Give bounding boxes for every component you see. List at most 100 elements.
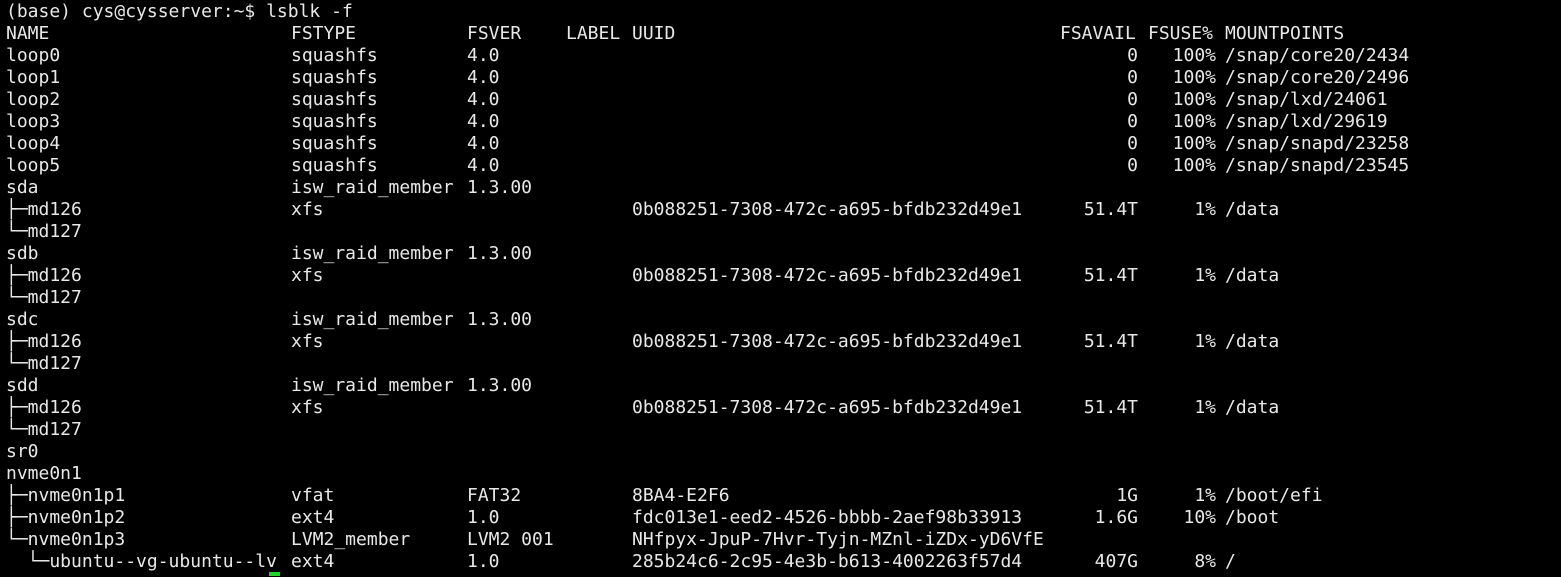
row-uuid: 0b088251-7308-472c-a695-bfdb232d49e1 (632, 397, 1023, 418)
row-mount: / (1225, 551, 1236, 572)
row-fstype: isw_raid_member (291, 309, 454, 330)
row-fsuse: 100% (1172, 89, 1216, 110)
table-row: sdd isw_raid_member 1.3.00 (0, 375, 1561, 397)
row-name: sdc (6, 309, 39, 330)
table-row: loop4 squashfs 4.0 0 100% /snap/snapd/23258 (0, 133, 1561, 155)
row-name: nvme0n1 (6, 463, 82, 484)
row-fstype: squashfs (291, 133, 378, 154)
row-fstype: isw_raid_member (291, 375, 454, 396)
table-row: sdb isw_raid_member 1.3.00 (0, 243, 1561, 265)
row-fsavail: 0 (1127, 89, 1138, 110)
row-fsavail: 51.4T (1083, 199, 1138, 220)
table-row: nvme0n1 (0, 463, 1561, 485)
terminal-window[interactable]: (base) cys@cysserver:~$ lsblk -f NAME FS… (0, 0, 1561, 577)
row-fsuse: 100% (1172, 155, 1216, 176)
row-fsavail: 51.4T (1083, 397, 1138, 418)
row-fstype: vfat (291, 485, 335, 506)
row-fsavail: 0 (1127, 155, 1138, 176)
table-row: sr0 (0, 441, 1561, 463)
command-prompt: (base) cys@cysserver:~$ lsblk -f (6, 1, 353, 22)
row-fsavail: 0 (1127, 133, 1138, 154)
row-fsavail: 0 (1127, 111, 1138, 132)
row-fsuse: 1% (1194, 397, 1216, 418)
row-name: sda (6, 177, 39, 198)
table-row: loop2 squashfs 4.0 0 100% /snap/lxd/24061 (0, 89, 1561, 111)
header-label: LABEL (566, 23, 621, 44)
row-fsver: 1.3.00 (467, 243, 533, 264)
row-fstype: xfs (291, 265, 324, 286)
row-name: └─nvme0n1p3 (6, 529, 126, 550)
row-mount: /snap/snapd/23545 (1225, 155, 1410, 176)
row-mount: /snap/core20/2496 (1225, 67, 1410, 88)
table-row: └─ubuntu--vg-ubuntu--lv ext4 1.0 285b24c6-2… (0, 551, 1561, 573)
row-name: ├─md126 (6, 397, 82, 418)
row-fsuse: 1% (1194, 265, 1216, 286)
row-name: └─md127 (6, 419, 82, 440)
row-name: loop1 (6, 67, 61, 88)
table-row: └─md127 (0, 221, 1561, 243)
row-fsuse: 1% (1194, 485, 1216, 506)
row-name: └─ubuntu--vg-ubuntu--lv (6, 551, 277, 572)
row-fsavail: 1G (1116, 485, 1138, 506)
row-mount: /snap/snapd/23258 (1225, 133, 1410, 154)
row-fstype: squashfs (291, 67, 378, 88)
row-name: └─md127 (6, 353, 82, 374)
row-fsver: 1.0 (467, 551, 500, 572)
row-uuid: fdc013e1-eed2-4526-bbbb-2aef98b33913 (632, 507, 1023, 528)
table-row: loop3 squashfs 4.0 0 100% /snap/lxd/29619 (0, 111, 1561, 133)
row-uuid: 0b088251-7308-472c-a695-bfdb232d49e1 (632, 331, 1023, 352)
row-fsver: 4.0 (467, 155, 500, 176)
row-fstype: isw_raid_member (291, 177, 454, 198)
row-fsver: 4.0 (467, 45, 500, 66)
row-name: loop0 (6, 45, 61, 66)
header-row: NAME FSTYPE FSVER LABEL UUID FSAVAIL FSU… (0, 23, 1344, 45)
row-name: loop5 (6, 155, 61, 176)
row-fsuse: 1% (1194, 199, 1216, 220)
header-fsver: FSVER (467, 23, 522, 44)
table-row: └─nvme0n1p3 LVM2_member LVM2 001 NHfpyx-Jpu… (0, 529, 1561, 551)
table-row: sda isw_raid_member 1.3.00 (0, 177, 1561, 199)
row-fsuse: 10% (1183, 507, 1216, 528)
table-row: ├─md126 xfs 0b088251-7308-472c-a695-bfdb23… (0, 265, 1561, 287)
row-name: └─md127 (6, 221, 82, 242)
row-fsver: FAT32 (467, 485, 522, 506)
row-mount: /snap/core20/2434 (1225, 45, 1410, 66)
row-name: ├─md126 (6, 265, 82, 286)
row-fsuse: 100% (1172, 133, 1216, 154)
row-name: ├─md126 (6, 331, 82, 352)
header-fstype: FSTYPE (291, 23, 357, 44)
row-fsver: 4.0 (467, 89, 500, 110)
table-row: sdc isw_raid_member 1.3.00 (0, 309, 1561, 331)
row-fstype: squashfs (291, 155, 378, 176)
row-fstype: squashfs (291, 111, 378, 132)
header-uuid: UUID (632, 23, 676, 44)
row-fsavail: 1.6G (1094, 507, 1138, 528)
row-mount: /snap/lxd/29619 (1225, 111, 1388, 132)
table-row: loop1 squashfs 4.0 0 100% /snap/core20/2496 (0, 67, 1561, 89)
text-cursor (269, 572, 280, 576)
row-fstype: squashfs (291, 89, 378, 110)
row-fsavail: 51.4T (1083, 331, 1138, 352)
row-fsuse: 100% (1172, 67, 1216, 88)
row-uuid: 285b24c6-2c95-4e3b-b613-4002263f57d4 (632, 551, 1023, 572)
row-uuid: 8BA4-E2F6 (632, 485, 730, 506)
table-row: loop0 squashfs 4.0 0 100% /snap/core20/2434 (0, 45, 1561, 67)
row-name: ├─md126 (6, 199, 82, 220)
table-row: ├─md126 xfs 0b088251-7308-472c-a695-bfdb23… (0, 331, 1561, 353)
row-mount: /data (1225, 199, 1280, 220)
row-fsver: 4.0 (467, 133, 500, 154)
row-fsuse: 1% (1194, 331, 1216, 352)
row-uuid: NHfpyx-JpuP-7Hvr-Tyjn-MZnl-iZDx-yD6VfE (632, 529, 1044, 550)
header-fsuse: FSUSE% (1148, 23, 1214, 44)
row-uuid: 0b088251-7308-472c-a695-bfdb232d49e1 (632, 199, 1023, 220)
row-fstype: xfs (291, 331, 324, 352)
row-fstype: squashfs (291, 45, 378, 66)
row-fsavail: 0 (1127, 45, 1138, 66)
row-name: sdb (6, 243, 39, 264)
row-name: loop3 (6, 111, 61, 132)
row-fsuse: 100% (1172, 45, 1216, 66)
row-fstype: xfs (291, 199, 324, 220)
row-fsver: 1.3.00 (467, 177, 533, 198)
row-fstype: ext4 (291, 507, 335, 528)
row-name: sdd (6, 375, 39, 396)
